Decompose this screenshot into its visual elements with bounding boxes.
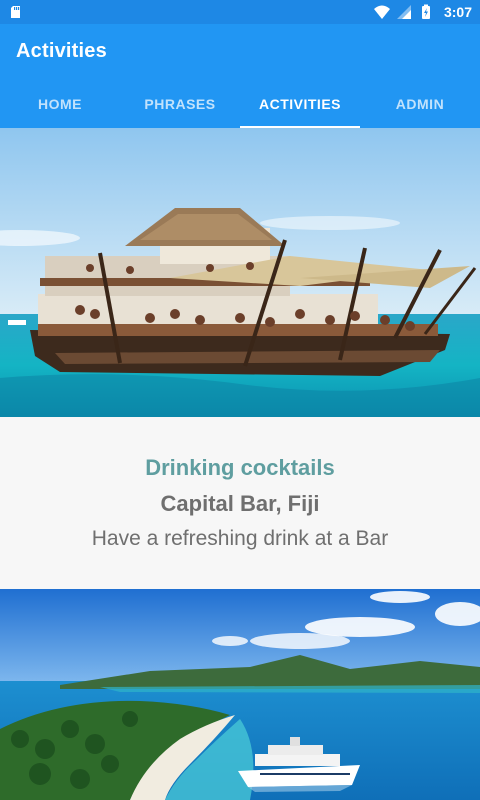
- tab-admin[interactable]: ADMIN: [360, 80, 480, 128]
- signal-icon: [396, 5, 411, 19]
- activities-list[interactable]: Drinking cocktails Capital Bar, Fiji Hav…: [0, 128, 480, 800]
- activity-title: Drinking cocktails: [145, 455, 335, 480]
- wifi-icon: [373, 5, 390, 19]
- sd-card-icon: [11, 6, 20, 18]
- activity-description: Have a refreshing drink at a Bar: [91, 527, 389, 550]
- status-time: 3:07: [443, 4, 472, 20]
- activity-photo-island-cruise[interactable]: [0, 589, 480, 800]
- activity-location: Capital Bar, Fiji: [160, 491, 320, 516]
- status-bar: 3:07: [0, 0, 480, 24]
- app-bar: Activities HOME PHRASES ACTIVITIES ADMIN: [0, 24, 480, 128]
- tab-home[interactable]: HOME: [0, 80, 120, 128]
- tab-phrases[interactable]: PHRASES: [120, 80, 240, 128]
- tab-activities[interactable]: ACTIVITIES: [240, 80, 360, 128]
- battery-charging-icon: [421, 4, 430, 19]
- tab-bar: HOME PHRASES ACTIVITIES ADMIN: [0, 80, 480, 128]
- activity-photo-floating-bar[interactable]: [0, 128, 480, 417]
- page-title: Activities: [16, 40, 107, 62]
- activity-card[interactable]: Drinking cocktails Capital Bar, Fiji Hav…: [0, 417, 480, 589]
